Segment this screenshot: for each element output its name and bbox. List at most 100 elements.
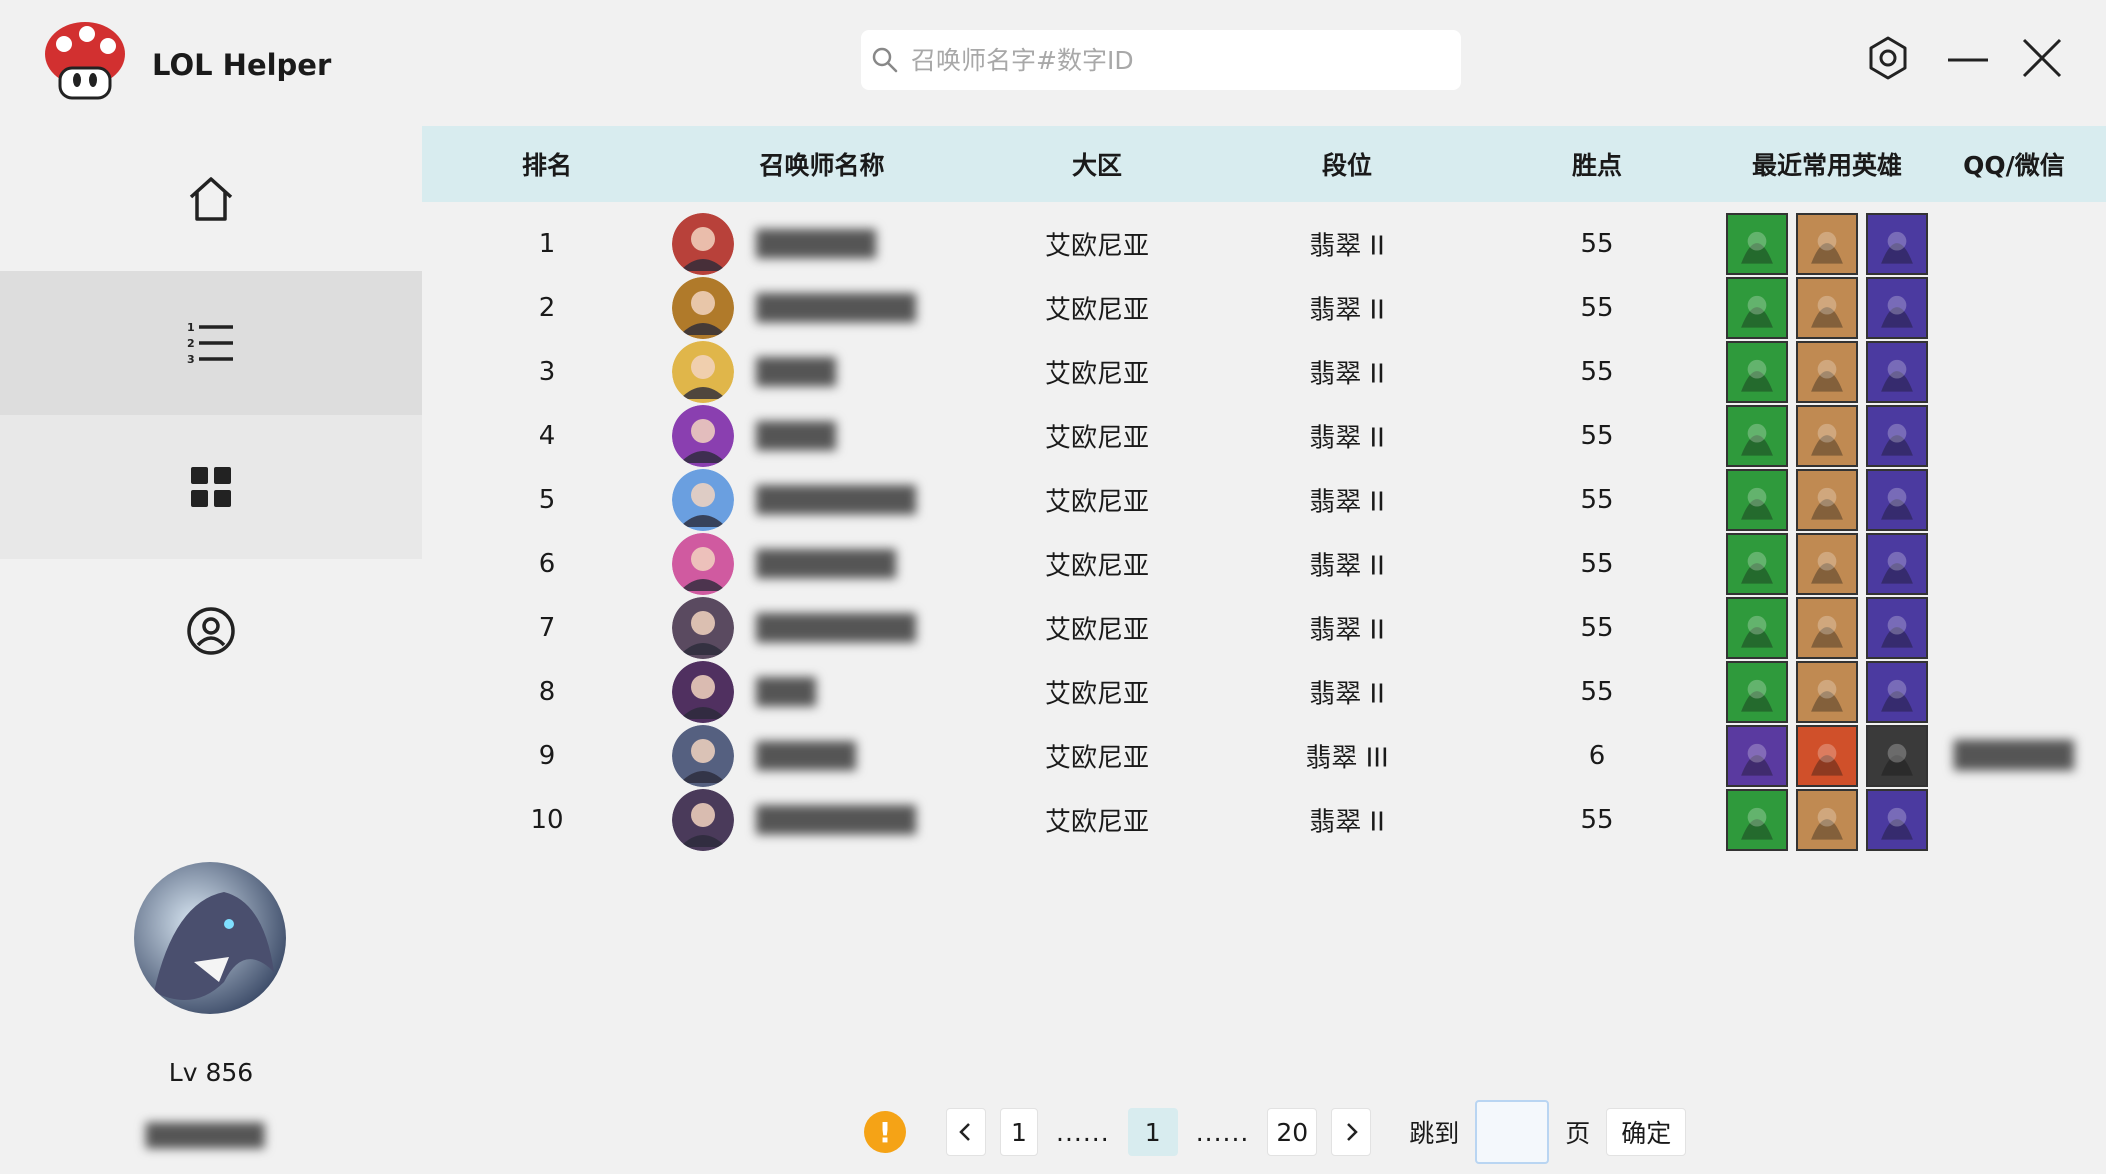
cell-tier: 翡翠 II [1309, 423, 1385, 454]
summoner-name: ████████ [756, 485, 916, 515]
table-row[interactable]: 10 ████████ 艾欧尼亚 翡翠 II 55 [422, 777, 2106, 863]
header-lp: 胜点 [1571, 151, 1622, 180]
sidebar-item-user[interactable] [0, 559, 422, 703]
cell-rank: 4 [538, 421, 556, 451]
cell-region: 艾欧尼亚 [1044, 487, 1149, 518]
warning-icon[interactable]: ! [864, 1111, 906, 1153]
cell-rank: 1 [538, 229, 556, 259]
header-champions: 最近常用英雄 [1751, 151, 1902, 180]
cell-tier: 翡翠 II [1309, 295, 1385, 326]
home-icon [189, 177, 233, 221]
cell-tier: 翡翠 III [1305, 743, 1389, 774]
summoner-name: ███████ [756, 549, 896, 579]
search-box[interactable] [861, 30, 1461, 90]
svg-text:3: 3 [187, 353, 195, 366]
sidebar-item-home[interactable] [0, 127, 422, 271]
cell-lp: 55 [1580, 677, 1614, 707]
cell-tier: 翡翠 II [1309, 615, 1385, 646]
next-page-button[interactable] [1331, 1108, 1372, 1156]
cell-lp: 6 [1588, 741, 1606, 771]
chevron-left-icon [959, 1123, 970, 1141]
table-header: 排名 召唤师名称 大区 段位 胜点 最近常用英雄 QQ/微信 [422, 126, 2106, 202]
close-icon [2022, 38, 2062, 78]
numbered-list-icon: 1 2 3 [187, 321, 233, 366]
cell-tier: 翡翠 II [1309, 551, 1385, 582]
summoner-name: ████████ [756, 613, 916, 643]
header-tier: 段位 [1321, 151, 1372, 180]
sidebar: 1 2 3 [0, 127, 422, 703]
grid-icon [191, 467, 231, 507]
svg-text:2: 2 [187, 337, 195, 350]
cell-rank: 5 [538, 485, 556, 515]
app-logo-icon [42, 18, 128, 104]
cell-rank: 8 [538, 677, 556, 707]
cell-region: 艾欧尼亚 [1044, 551, 1149, 582]
champion-portrait[interactable] [1726, 789, 1788, 851]
cell-lp: 55 [1580, 357, 1614, 387]
cell-tier: 翡翠 II [1309, 487, 1385, 518]
page-last-button[interactable]: 20 [1267, 1108, 1318, 1156]
sidebar-item-ranking[interactable]: 1 2 3 [0, 271, 422, 415]
cell-rank: 10 [530, 805, 564, 835]
champion-portrait[interactable] [1866, 789, 1928, 851]
settings-button[interactable] [1862, 32, 1914, 84]
cell-lp: 55 [1580, 805, 1614, 835]
header-contact: QQ/微信 [1963, 151, 2065, 180]
minimize-icon [1948, 58, 1988, 62]
cell-rank: 3 [538, 357, 556, 387]
search-icon [872, 47, 898, 73]
summoner-name: ████████ [756, 805, 916, 835]
chevron-right-icon [1347, 1123, 1358, 1141]
cell-region: 艾欧尼亚 [1044, 423, 1149, 454]
cell-region: 艾欧尼亚 [1044, 359, 1149, 390]
cell-lp: 55 [1580, 613, 1614, 643]
cell-contact: ██████ [1954, 741, 2074, 771]
page-current-button[interactable]: 1 [1127, 1108, 1178, 1156]
search-input[interactable] [911, 45, 1431, 75]
page-first-button[interactable]: 1 [1000, 1108, 1038, 1156]
cell-lp: 55 [1580, 229, 1614, 259]
summoner-name: ████ [756, 421, 836, 451]
header-name: 召唤师名称 [759, 151, 885, 180]
profile-name: ███████ [146, 1124, 265, 1149]
sidebar-item-apps[interactable] [0, 415, 422, 559]
cell-rank: 6 [538, 549, 556, 579]
summoner-name: ████ [756, 357, 836, 387]
cell-rank: 2 [538, 293, 556, 323]
summoner-name: ██████ [756, 229, 876, 259]
summoner-name: ████████ [756, 293, 916, 323]
prev-page-button[interactable] [946, 1108, 986, 1156]
pagination-ellipsis-left: ...... [1056, 1117, 1110, 1147]
cell-tier: 翡翠 II [1309, 807, 1385, 838]
profile-avatar[interactable] [134, 862, 286, 1014]
jump-confirm-button[interactable]: 确定 [1606, 1108, 1687, 1156]
cell-region: 艾欧尼亚 [1044, 679, 1149, 710]
close-button[interactable] [2016, 32, 2068, 84]
cell-region: 艾欧尼亚 [1044, 615, 1149, 646]
champion-portrait[interactable] [1796, 789, 1858, 851]
jump-page-input[interactable] [1475, 1100, 1550, 1164]
user-icon [187, 607, 235, 655]
header-rank: 排名 [521, 151, 572, 180]
cell-lp: 55 [1580, 485, 1614, 515]
cell-region: 艾欧尼亚 [1044, 807, 1149, 838]
cell-lp: 55 [1580, 549, 1614, 579]
cell-rank: 9 [538, 741, 556, 771]
summoner-name: ███ [756, 677, 816, 707]
jump-label: 跳到 [1409, 1119, 1460, 1148]
cell-summoner[interactable]: ████████ [672, 789, 972, 851]
app-title: LOL Helper [152, 48, 332, 82]
pagination-ellipsis-right: ...... [1195, 1117, 1250, 1147]
cell-tier: 翡翠 II [1309, 359, 1385, 390]
cell-lp: 55 [1580, 293, 1614, 323]
profile-level: Lv 856 [168, 1058, 254, 1087]
page-unit-label: 页 [1565, 1119, 1591, 1148]
cell-region: 艾欧尼亚 [1044, 743, 1149, 774]
cell-lp: 55 [1580, 421, 1614, 451]
svg-text:1: 1 [187, 321, 195, 334]
pagination: ! 1 ...... 1 ...... 20 跳到 页 确定 [862, 1100, 1687, 1164]
cell-rank: 7 [538, 613, 556, 643]
cell-champions [1722, 789, 1932, 851]
cell-region: 艾欧尼亚 [1044, 295, 1149, 326]
minimize-button[interactable] [1942, 32, 1994, 84]
